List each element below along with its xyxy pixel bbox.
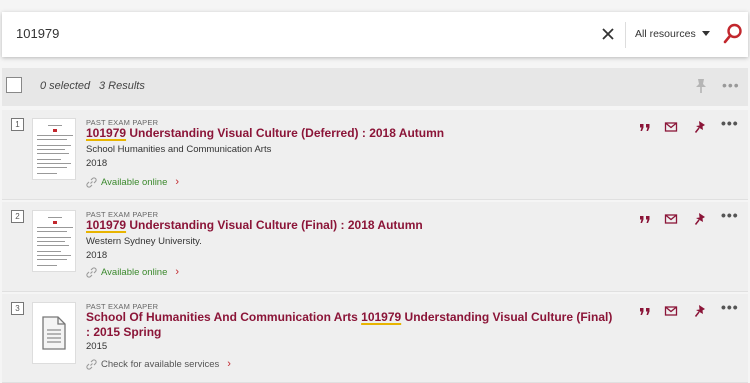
more-icon[interactable]: •••	[721, 207, 738, 223]
dropdown-caret-icon[interactable]	[702, 31, 710, 36]
result-source: School Humanities and Communication Arts	[86, 144, 272, 155]
chevron-right-icon: ›	[175, 266, 180, 278]
title-highlight: 101979	[361, 310, 402, 324]
clear-search-button[interactable]	[599, 24, 617, 44]
quote-icon[interactable]	[638, 212, 652, 226]
availability-text: Check for available services	[101, 358, 220, 370]
result-thumbnail[interactable]	[32, 210, 76, 272]
result-title-link[interactable]: School Of Humanities And Communication A…	[86, 310, 616, 340]
search-icon	[723, 23, 742, 44]
availability-text: Available online	[101, 266, 168, 278]
pin-icon[interactable]	[694, 212, 708, 226]
result-year: 2015	[86, 341, 108, 352]
result-title-link[interactable]: 101979 Understanding Visual Culture (Fin…	[86, 218, 606, 233]
search-button[interactable]	[722, 22, 744, 46]
mail-icon[interactable]	[664, 304, 678, 318]
availability-link[interactable]: Available online ›	[86, 266, 179, 278]
result-item: 3 PAST EXAM PAPER School Of Humanities A…	[2, 294, 748, 383]
title-highlight: 101979	[86, 218, 127, 232]
mail-icon[interactable]	[664, 120, 678, 134]
result-item: 1 PAST EXAM PAPER 101979 Understanding V…	[2, 110, 748, 200]
title-highlight: 101979	[86, 126, 127, 140]
link-icon	[86, 176, 97, 188]
result-item: 2 PAST EXAM PAPER 101979 Understanding V…	[2, 202, 748, 292]
link-icon	[86, 266, 97, 278]
search-bar: All resources	[2, 12, 748, 57]
quote-icon[interactable]	[638, 120, 652, 134]
select-all-checkbox[interactable]	[6, 77, 22, 93]
result-index[interactable]: 1	[11, 118, 24, 131]
chevron-right-icon: ›	[175, 176, 180, 188]
document-icon	[42, 316, 66, 350]
result-year: 2018	[86, 250, 108, 261]
mail-icon[interactable]	[664, 212, 678, 226]
more-icon[interactable]: •••	[722, 78, 740, 92]
title-prefix: School Of Humanities And Communication A…	[86, 310, 362, 324]
result-title-link[interactable]: 101979 Understanding Visual Culture (Def…	[86, 126, 606, 141]
scope-dropdown[interactable]: All resources	[635, 28, 696, 40]
availability-link[interactable]: Check for available services ›	[86, 358, 231, 370]
pin-icon[interactable]	[694, 120, 708, 134]
pin-icon[interactable]	[694, 304, 708, 318]
availability-text: Available online	[101, 176, 168, 188]
result-year: 2018	[86, 158, 108, 169]
pin-icon[interactable]	[694, 78, 708, 94]
results-count: 3 Results	[99, 80, 145, 92]
search-divider	[625, 22, 626, 48]
quote-icon[interactable]	[638, 304, 652, 318]
chevron-right-icon: ›	[227, 358, 231, 370]
title-text: Understanding Visual Culture (Deferred) …	[126, 126, 445, 140]
selected-count: 0 selected	[40, 80, 91, 92]
result-index[interactable]: 3	[11, 302, 24, 315]
link-icon	[86, 358, 97, 370]
more-icon[interactable]: •••	[721, 299, 738, 315]
result-thumbnail[interactable]	[32, 302, 76, 364]
availability-link[interactable]: Available online ›	[86, 176, 179, 188]
result-index[interactable]: 2	[11, 210, 24, 223]
more-icon[interactable]: •••	[721, 115, 738, 131]
result-source: Western Sydney University.	[86, 236, 202, 247]
clear-icon	[602, 28, 614, 40]
result-thumbnail[interactable]	[32, 118, 76, 180]
search-input[interactable]	[16, 26, 576, 41]
results-toolbar: 0 selected 3 Results •••	[2, 68, 748, 106]
title-text: Understanding Visual Culture (Final) : 2…	[126, 218, 423, 232]
